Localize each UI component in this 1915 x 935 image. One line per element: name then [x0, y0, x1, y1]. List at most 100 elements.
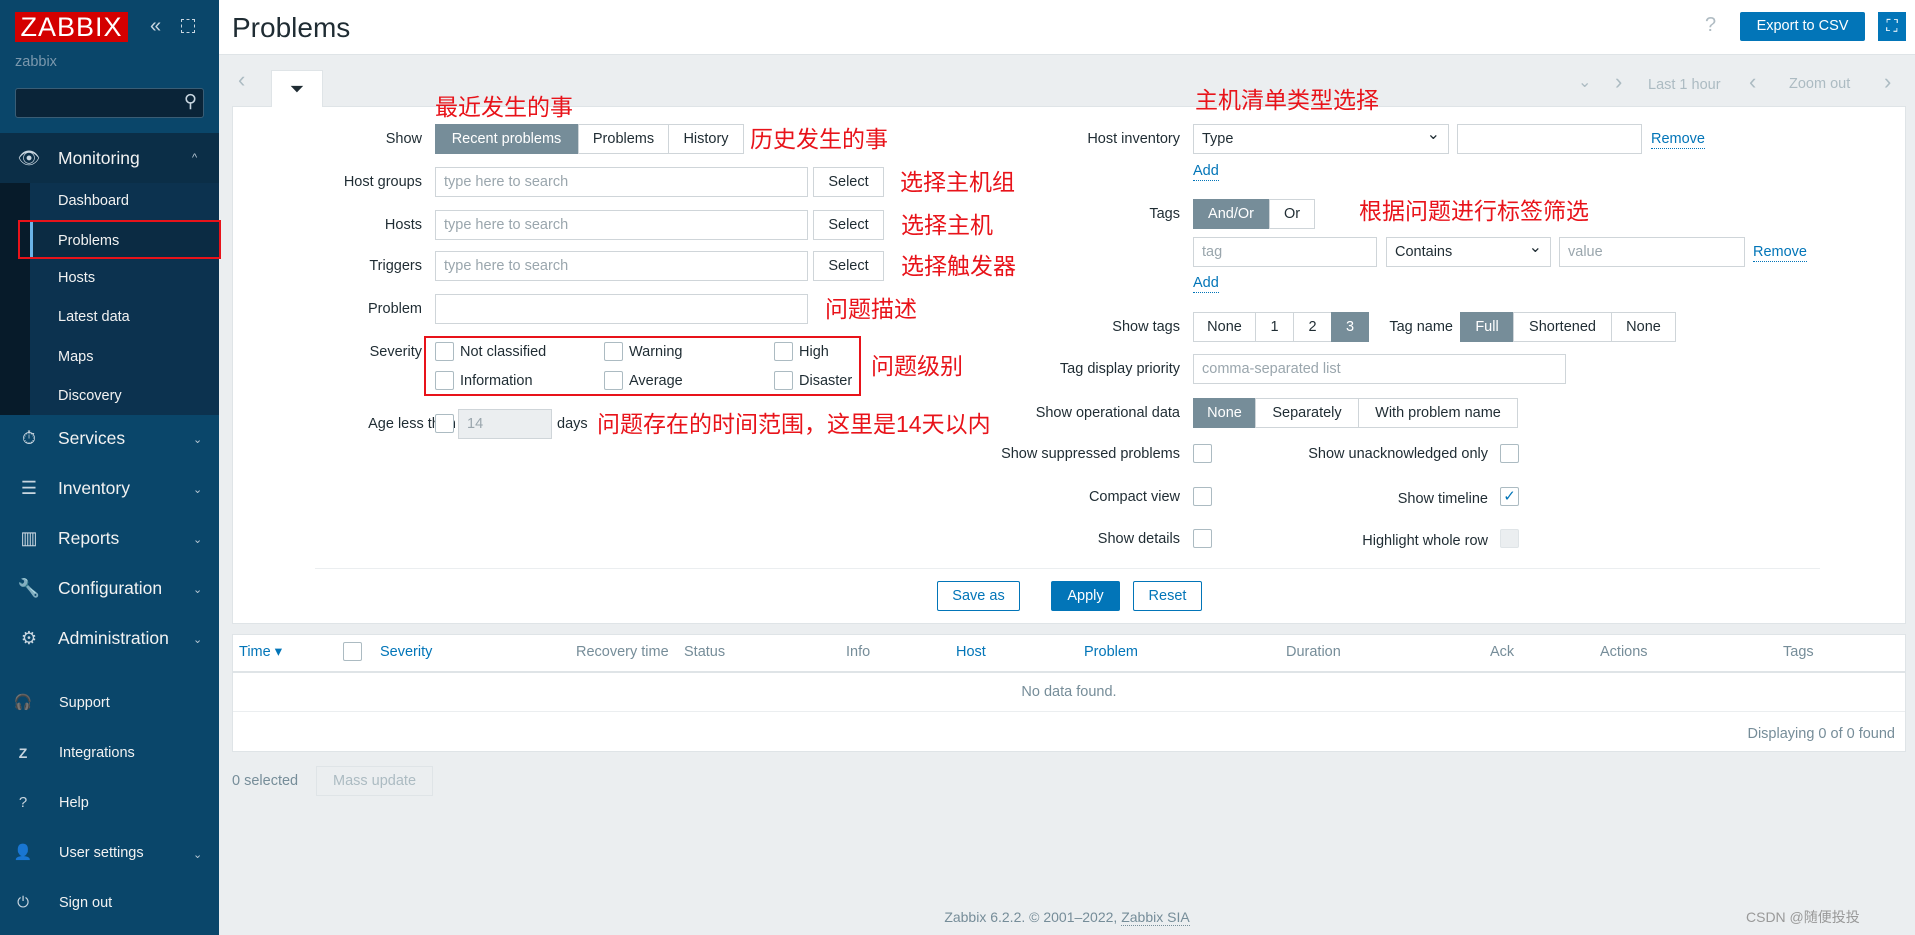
show-recent-problems[interactable]: Recent problems — [435, 124, 578, 154]
timeline-checkbox[interactable]: ✓ — [1500, 487, 1519, 506]
show-problems[interactable]: Problems — [578, 124, 669, 154]
annotation-problem: 问题描述 — [825, 296, 917, 322]
triggers-select-button[interactable]: Select — [813, 251, 884, 281]
tag-priority-input[interactable]: comma-separated list — [1193, 354, 1566, 384]
show-tags-3[interactable]: 3 — [1331, 312, 1369, 342]
export-csv-button[interactable]: Export to CSV — [1740, 12, 1865, 41]
page-header — [219, 0, 1915, 55]
show-tags-1[interactable]: 1 — [1255, 312, 1294, 342]
suppressed-checkbox[interactable] — [1193, 444, 1212, 463]
show-tags-none[interactable]: None — [1193, 312, 1256, 342]
tag-name-full[interactable]: Full — [1460, 312, 1514, 342]
col-time[interactable]: Time ▾ — [239, 642, 282, 662]
kiosk-mode-icon[interactable] — [181, 19, 195, 33]
host-inventory-field-select[interactable]: Type — [1193, 121, 1449, 154]
tag-name-shortened[interactable]: Shortened — [1513, 312, 1612, 342]
submenu-hosts[interactable]: Hosts — [58, 268, 95, 288]
tag-add-link[interactable]: Add — [1193, 275, 1219, 293]
tags-or-option[interactable]: Or — [1269, 199, 1315, 229]
tag-name-input[interactable]: tag — [1193, 237, 1377, 267]
op-data-none[interactable]: None — [1193, 398, 1256, 428]
hosts-input[interactable]: type here to search — [435, 210, 808, 240]
unack-checkbox[interactable] — [1500, 444, 1519, 463]
time-back-icon[interactable]: ‹ — [1749, 71, 1756, 93]
tag-operator-select[interactable]: Contains — [1386, 234, 1551, 267]
sidebar: ZABBIX « zabbix ⚲ 👁 Monitoring ^ Dashboa… — [0, 0, 219, 935]
stopwatch-icon: ⏱ — [21, 428, 37, 448]
time-forward-icon[interactable]: › — [1884, 71, 1891, 93]
annotation-hosts: 选择主机 — [901, 212, 993, 238]
fullscreen-icon[interactable]: ⛶ — [1878, 12, 1906, 41]
col-recovery-time: Recovery time — [576, 644, 669, 660]
user-icon: 👤 — [13, 844, 33, 861]
no-data-message: No data found. — [1021, 684, 1117, 700]
annotation-age: 问题存在的时间范围，这里是14天以内 — [597, 411, 991, 437]
tab-prev-icon[interactable]: ‹ — [238, 69, 245, 91]
col-severity[interactable]: Severity — [380, 642, 432, 662]
submenu-latest-data[interactable]: Latest data — [58, 307, 130, 327]
help-icon[interactable]: ? — [1705, 15, 1716, 35]
chevron-down-icon[interactable]: ⌄ — [1578, 73, 1591, 93]
annotation-triggers: 选择触发器 — [901, 253, 1016, 279]
host-groups-input[interactable]: type here to search — [435, 167, 808, 197]
submenu-discovery[interactable]: Discovery — [58, 386, 122, 406]
search-icon[interactable]: ⚲ — [184, 91, 197, 112]
show-history[interactable]: History — [668, 124, 744, 154]
submenu-maps[interactable]: Maps — [58, 347, 93, 367]
problem-input[interactable] — [435, 294, 808, 324]
unack-label: Show unacknowledged only — [1308, 446, 1488, 462]
annotation-history: 历史发生的事 — [750, 126, 888, 152]
timeline-label: Show timeline — [1397, 491, 1488, 507]
highlight-label: Highlight whole row — [1362, 533, 1488, 549]
op-data-separately[interactable]: Separately — [1255, 398, 1359, 428]
select-all-checkbox[interactable] — [343, 642, 362, 661]
save-as-button[interactable]: Save as — [937, 581, 1020, 611]
collapse-sidebar-icon[interactable]: « — [150, 16, 161, 36]
col-ack: Ack — [1490, 644, 1515, 660]
page-title: Problems — [232, 12, 351, 43]
zoom-out-button[interactable]: Zoom out — [1789, 74, 1850, 94]
power-icon: ⏻ — [17, 894, 29, 911]
time-range-label[interactable]: Last 1 hour — [1648, 75, 1721, 95]
footer-link[interactable]: Zabbix SIA — [1121, 909, 1190, 926]
age-checkbox[interactable] — [435, 414, 454, 433]
submenu-dashboard[interactable]: Dashboard — [58, 191, 129, 211]
tag-value-input[interactable]: value — [1559, 237, 1745, 267]
triggers-input[interactable]: type here to search — [435, 251, 808, 281]
tag-name-none[interactable]: None — [1611, 312, 1676, 342]
tags-andor-option[interactable]: And/Or — [1193, 199, 1269, 229]
sidebar-search-input[interactable]: ⚲ — [15, 88, 204, 118]
hosts-select-button[interactable]: Select — [813, 210, 884, 240]
zabbix-logo[interactable]: ZABBIX — [15, 12, 128, 42]
annotation-recent: 最近发生的事 — [435, 94, 573, 120]
apply-button[interactable]: Apply — [1051, 581, 1120, 611]
tags-label: Tags — [1149, 206, 1180, 222]
submenu-monitoring — [0, 183, 219, 415]
col-duration: Duration — [1286, 644, 1341, 660]
annotation-host-groups: 选择主机组 — [900, 169, 1015, 195]
tag-remove-link[interactable]: Remove — [1753, 244, 1807, 262]
show-tags-2[interactable]: 2 — [1293, 312, 1332, 342]
col-problem[interactable]: Problem — [1084, 642, 1138, 662]
host-groups-select-button[interactable]: Select — [813, 167, 884, 197]
menu-monitoring[interactable]: 👁 Monitoring ^ — [0, 133, 219, 183]
details-checkbox[interactable] — [1193, 529, 1212, 548]
col-status: Status — [684, 644, 726, 660]
gear-icon: ⚙ — [20, 628, 38, 648]
time-next-icon[interactable]: › — [1615, 71, 1622, 93]
host-inventory-add-link[interactable]: Add — [1193, 163, 1219, 181]
chevron-down-icon: ⌄ — [193, 434, 203, 446]
col-host[interactable]: Host — [956, 642, 986, 662]
annotation-box-severity — [424, 336, 861, 396]
z-box-icon: Z — [18, 745, 28, 761]
host-inventory-value-input[interactable] — [1457, 124, 1642, 154]
filter-tab[interactable]: ⏷ — [271, 70, 323, 107]
reset-button[interactable]: Reset — [1133, 581, 1202, 611]
col-actions: Actions — [1600, 644, 1648, 660]
op-data-with-problem-name[interactable]: With problem name — [1358, 398, 1518, 428]
compact-checkbox[interactable] — [1193, 487, 1212, 506]
chevron-down-icon: ⌄ — [193, 634, 203, 646]
host-inventory-remove-link[interactable]: Remove — [1651, 131, 1705, 149]
host-inventory-label: Host inventory — [1087, 131, 1180, 147]
age-input[interactable]: 14 — [458, 409, 552, 439]
